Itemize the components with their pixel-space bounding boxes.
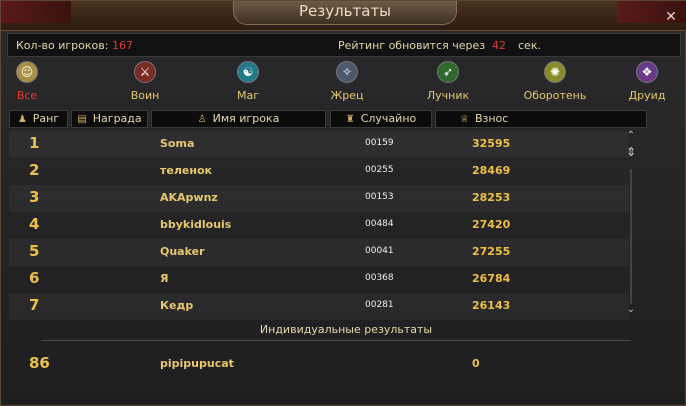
druid-icon: ❖ (636, 61, 658, 83)
player-name-cell: Quaker (160, 245, 205, 258)
random-icon: ♜ (345, 114, 355, 125)
rank-cell: 7 (29, 296, 40, 314)
fee-cell: 0 (472, 357, 480, 370)
priest-icon: ✧ (336, 61, 358, 83)
column-label: Взнос (474, 112, 509, 125)
rank-cell: 2 (29, 161, 40, 179)
random-cell: 00153 (365, 192, 394, 202)
fee-cell: 26784 (472, 272, 511, 285)
table-row[interactable]: 7 Кедр 00281 26143 (9, 293, 629, 320)
werewolf-icon: ✺ (544, 61, 566, 83)
smiley-icon: ☺ (16, 61, 38, 83)
individual-results-title: Индивидуальные результаты (259, 323, 433, 336)
rating-refresh-unit: сек. (518, 39, 541, 52)
class-filter-mage[interactable]: ☯ Маг (208, 61, 288, 102)
table-row[interactable]: 5 Quaker 00041 27255 (9, 239, 629, 266)
scroll-down-icon[interactable]: ⌄ (624, 305, 638, 315)
scroll-track[interactable] (630, 169, 632, 304)
rank-icon: ♟ (17, 114, 27, 125)
rank-cell: 3 (29, 188, 40, 206)
rank-cell: 4 (29, 215, 40, 233)
rating-refresh-label: Рейтинг обновится через (338, 39, 486, 52)
class-filter-label: Маг (236, 89, 259, 102)
column-label: Ранг (32, 112, 60, 125)
close-icon[interactable]: ✕ (663, 9, 679, 25)
window-title: Результаты (298, 2, 392, 20)
reward-icon: ▤ (77, 114, 87, 125)
table-row[interactable]: 2 теленок 00255 28469 (9, 158, 629, 185)
random-cell: 00159 (365, 138, 394, 148)
rank-cell: 5 (29, 242, 40, 260)
random-cell: 00041 (365, 246, 394, 256)
trophy-icon: ♕ (460, 114, 469, 125)
random-cell: 00255 (365, 165, 394, 175)
class-filter-all[interactable]: ☺ Все (0, 61, 67, 102)
fee-cell: 27255 (472, 245, 511, 258)
results-table: 1 Soma 00159 32595 2 теленок 00255 28469… (9, 131, 679, 320)
fee-cell: 28253 (472, 191, 511, 204)
info-bar: Кол-во игроков: 167 Рейтинг обновится че… (7, 33, 681, 57)
random-cell: 00368 (365, 273, 394, 283)
class-filter-label: Все (16, 89, 38, 102)
left-corner-ornament (1, 1, 71, 23)
title-bar: Результаты ✕ (1, 1, 686, 31)
title-plate: Результаты (233, 1, 457, 25)
player-name-cell: Кедр (160, 299, 194, 312)
table-row[interactable]: 4 bbykidlouis 00484 27420 (9, 212, 629, 239)
column-header-rank[interactable]: ♟ Ранг (9, 110, 68, 128)
column-label: Случайно (360, 112, 417, 125)
archer-icon: ➶ (437, 61, 459, 83)
players-count-label: Кол-во игроков: (16, 39, 109, 52)
rank-cell: 1 (29, 134, 40, 152)
column-header-fee[interactable]: ♕ Взнос (435, 110, 647, 128)
class-filter-druid[interactable]: ❖ Друид (607, 61, 686, 102)
table-row[interactable]: 3 AKApwnz 00153 28253 (9, 185, 629, 212)
random-cell: 00281 (365, 300, 394, 310)
class-filter-bar: ☺ Все ⚔ Воин ☯ Маг ✧ Жрец ➶ Лучник ✺ Обо… (1, 61, 686, 107)
mage-icon: ☯ (237, 61, 259, 83)
fee-cell: 28469 (472, 164, 511, 177)
class-filter-warrior[interactable]: ⚔ Воин (105, 61, 185, 102)
scroll-thumb[interactable]: ⇕ (625, 145, 637, 167)
column-label: Имя игрока (212, 112, 280, 125)
class-filter-label: Оборотень (523, 89, 587, 102)
class-filter-werewolf[interactable]: ✺ Оборотень (515, 61, 595, 102)
column-header-player-name[interactable]: ♙ Имя игрока (151, 110, 326, 128)
fee-cell: 32595 (472, 137, 511, 150)
players-count-value: 167 (112, 39, 133, 52)
player-name-cell: pipipupucat (160, 357, 234, 370)
class-filter-label: Друид (628, 89, 666, 102)
column-headers: ♟ Ранг ▤ Награда ♙ Имя игрока ♜ Случайно ♕ Вз… (1, 110, 686, 128)
table-row[interactable]: 6 Я 00368 26784 (9, 266, 629, 293)
column-header-reward[interactable]: ▤ Награда (71, 110, 148, 128)
class-filter-label: Жрец (330, 89, 364, 102)
rating-refresh-seconds: 42 (492, 39, 506, 52)
column-label: Награда (92, 112, 142, 125)
class-filter-label: Воин (130, 89, 160, 102)
player-name-cell: теленок (160, 164, 212, 177)
scroll-up-icon[interactable]: ⌃ (624, 131, 638, 141)
fee-cell: 26143 (472, 299, 511, 312)
player-icon: ♙ (197, 114, 207, 125)
random-cell: 00484 (365, 219, 394, 229)
warrior-icon: ⚔ (134, 61, 156, 83)
player-name-cell: bbykidlouis (160, 218, 232, 231)
table-row[interactable]: 1 Soma 00159 32595 (9, 131, 629, 158)
class-filter-priest[interactable]: ✧ Жрец (307, 61, 387, 102)
class-filter-archer[interactable]: ➶ Лучник (408, 61, 488, 102)
results-scrollbar[interactable]: ⌃ ⇕ ⌄ (621, 131, 641, 319)
rank-cell: 86 (29, 354, 50, 372)
player-name-cell: AKApwnz (160, 191, 218, 204)
rank-cell: 6 (29, 269, 40, 287)
column-header-random[interactable]: ♜ Случайно (330, 110, 432, 128)
results-window: Результаты ✕ Кол-во игроков: 167 Рейтинг… (0, 0, 686, 406)
divider (41, 340, 631, 341)
fee-cell: 27420 (472, 218, 511, 231)
player-name-cell: Soma (160, 137, 195, 150)
player-name-cell: Я (160, 272, 169, 285)
class-filter-label: Лучник (426, 89, 470, 102)
individual-result-row: 86 pipipupucat 0 (9, 351, 629, 377)
